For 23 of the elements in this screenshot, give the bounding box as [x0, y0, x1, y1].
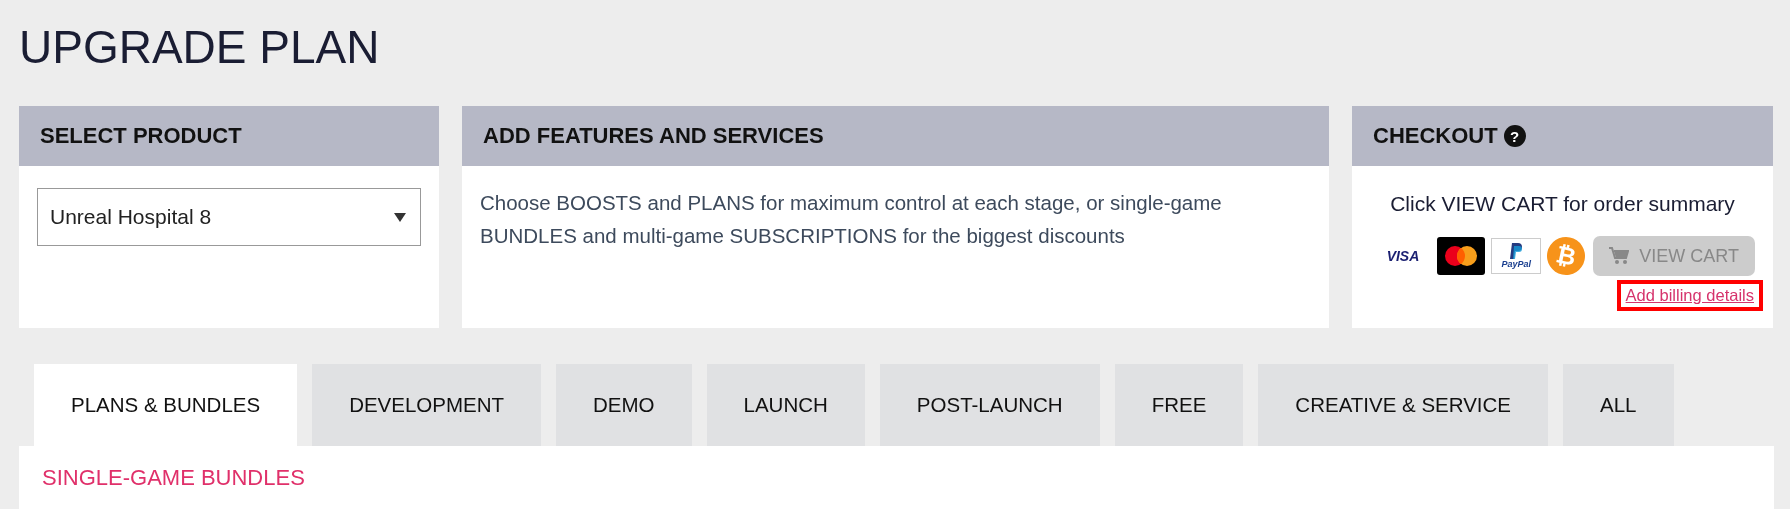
product-dropdown[interactable]: Unreal Hospital 8 — [37, 188, 421, 246]
tab[interactable]: DEMO — [556, 364, 692, 446]
page-title: UPGRADE PLAN — [19, 20, 381, 75]
caret-icon — [394, 212, 406, 222]
billing-link[interactable]: Add billing details — [1625, 286, 1754, 304]
card-title: CHECKOUT — [1373, 123, 1498, 149]
visa-logo: VISA — [1385, 248, 1421, 264]
tab[interactable]: FREE — [1114, 364, 1244, 446]
tab[interactable]: POST-LAUNCH — [879, 364, 1100, 446]
tab[interactable]: CREATIVE & SERVICE — [1258, 364, 1549, 446]
description-text: Choose BOOSTS and PLANS for maximum control at each stage, or single-game BUNDLES and multi-game SUBSCRIPTIONS for the biggest discounts — [480, 190, 1223, 249]
tab[interactable]: DEVELOPMENT — [312, 364, 542, 446]
cart-icon — [1609, 247, 1630, 265]
section-heading: SINGLE-GAME BUNDLES — [42, 464, 305, 491]
tab[interactable]: ALL — [1563, 364, 1674, 446]
help-icon[interactable]: ? — [1503, 125, 1526, 147]
mastercard-logo — [1437, 237, 1486, 275]
tab[interactable]: LAUNCH — [706, 364, 865, 446]
card-title: SELECT PRODUCT — [40, 123, 242, 149]
summary-text: Click VIEW CART for order summary — [1389, 192, 1736, 216]
card-title: ADD FEATURES AND SERVICES — [483, 123, 824, 149]
tab[interactable]: PLANS & BUNDLES — [34, 364, 298, 446]
paypal-logo: PayPal — [1491, 238, 1542, 274]
